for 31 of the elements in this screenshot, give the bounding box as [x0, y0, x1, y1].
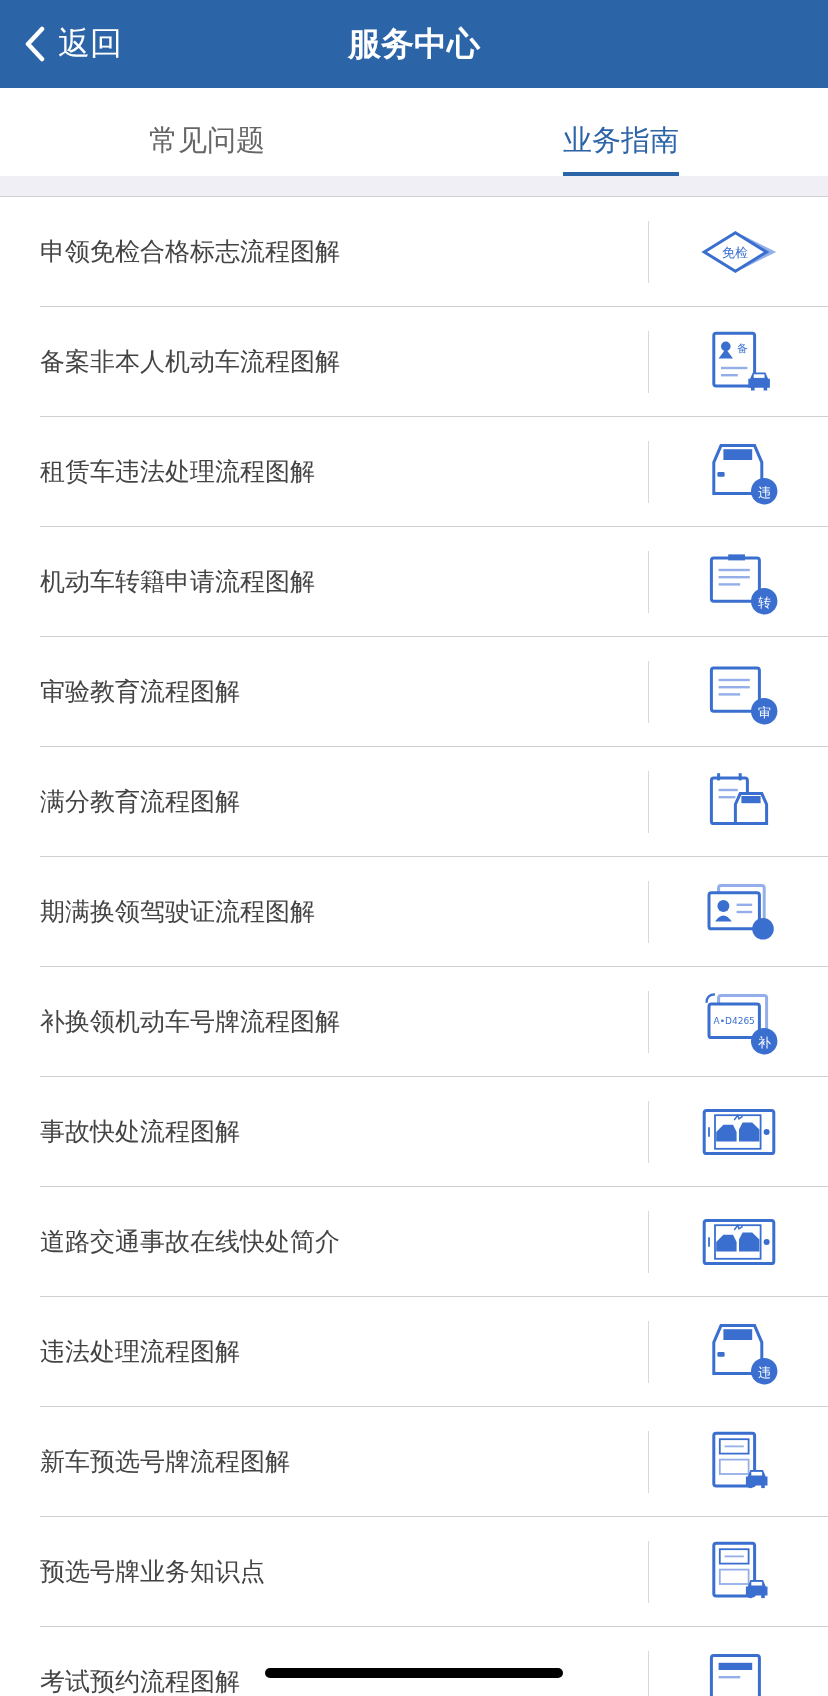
guide-list-item[interactable]: 新车预选号牌流程图解	[40, 1407, 828, 1517]
guide-list-item[interactable]: 违法处理流程图解 违	[40, 1297, 828, 1407]
item-label: 机动车转籍申请流程图解	[40, 566, 315, 598]
item-label: 道路交通事故在线快处简介	[40, 1226, 340, 1258]
guide-list-item[interactable]: 期满换领驾驶证流程图解	[40, 857, 828, 967]
guide-list-item[interactable]: 审验教育流程图解 审	[40, 637, 828, 747]
item-label: 备案非本人机动车流程图解	[40, 346, 340, 378]
item-label: 租赁车违法处理流程图解	[40, 456, 315, 488]
back-button[interactable]: 返回	[24, 22, 122, 66]
back-chevron-icon	[24, 26, 46, 62]
guide-list-item[interactable]: 备案非本人机动车流程图解 备	[40, 307, 828, 417]
guide-list-item[interactable]: 预选号牌业务知识点	[40, 1517, 828, 1627]
item-label: 审验教育流程图解	[40, 676, 240, 708]
item-label: 违法处理流程图解	[40, 1336, 240, 1368]
guide-list-item[interactable]: 满分教育流程图解	[40, 747, 828, 857]
item-label: 补换领机动车号牌流程图解	[40, 1006, 340, 1038]
item-label: 考试预约流程图解	[40, 1666, 240, 1696]
item-label: 期满换领驾驶证流程图解	[40, 896, 315, 928]
guide-list-item[interactable]: 道路交通事故在线快处简介	[40, 1187, 828, 1297]
item-label: 预选号牌业务知识点	[40, 1556, 265, 1588]
guide-list-item[interactable]: 租赁车违法处理流程图解 违	[40, 417, 828, 527]
item-label: 事故快处流程图解	[40, 1116, 240, 1148]
item-label: 申领免检合格标志流程图解	[40, 236, 340, 268]
item-label: 新车预选号牌流程图解	[40, 1446, 290, 1478]
tab[interactable]: 常见问题	[149, 88, 265, 176]
guide-list-item[interactable]: 机动车转籍申请流程图解 转	[40, 527, 828, 637]
item-label: 满分教育流程图解	[40, 786, 240, 818]
guide-list-item[interactable]: 申领免检合格标志流程图解 免检	[40, 197, 828, 307]
guide-list-item[interactable]: 补换领机动车号牌流程图解 A•D4265 补	[40, 967, 828, 1077]
guide-list-item[interactable]: 事故快处流程图解	[40, 1077, 828, 1187]
page-title: 服务中心	[348, 23, 480, 63]
